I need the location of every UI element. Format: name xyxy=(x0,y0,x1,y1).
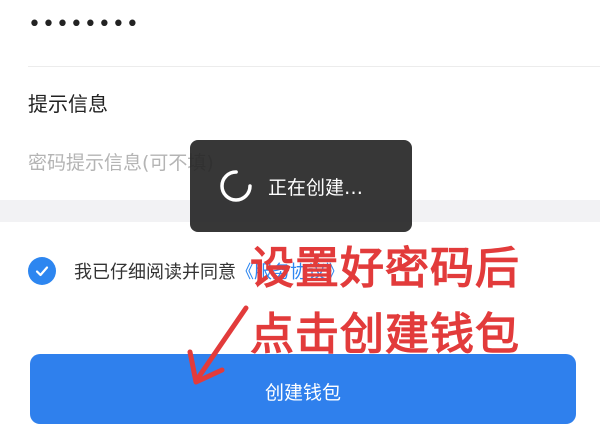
hint-label: 提示信息 xyxy=(28,92,108,116)
agreement-text: 我已仔细阅读并同意 xyxy=(74,262,236,283)
loading-toast: 正在创建… xyxy=(190,140,412,232)
arrow-down-left-icon xyxy=(187,305,249,385)
agreement-checkbox[interactable] xyxy=(28,257,56,285)
divider xyxy=(28,66,600,67)
check-icon xyxy=(35,266,49,277)
create-wallet-button[interactable]: 创建钱包 xyxy=(30,354,576,424)
create-wallet-button-label: 创建钱包 xyxy=(264,382,341,404)
password-field[interactable]: •••••••• xyxy=(28,10,140,40)
annotation-line-2: 点击创建钱包 xyxy=(250,309,520,360)
annotation-line-1: 设置好密码后 xyxy=(250,243,520,294)
spinner-icon xyxy=(220,170,252,202)
loading-text: 正在创建… xyxy=(268,176,364,199)
